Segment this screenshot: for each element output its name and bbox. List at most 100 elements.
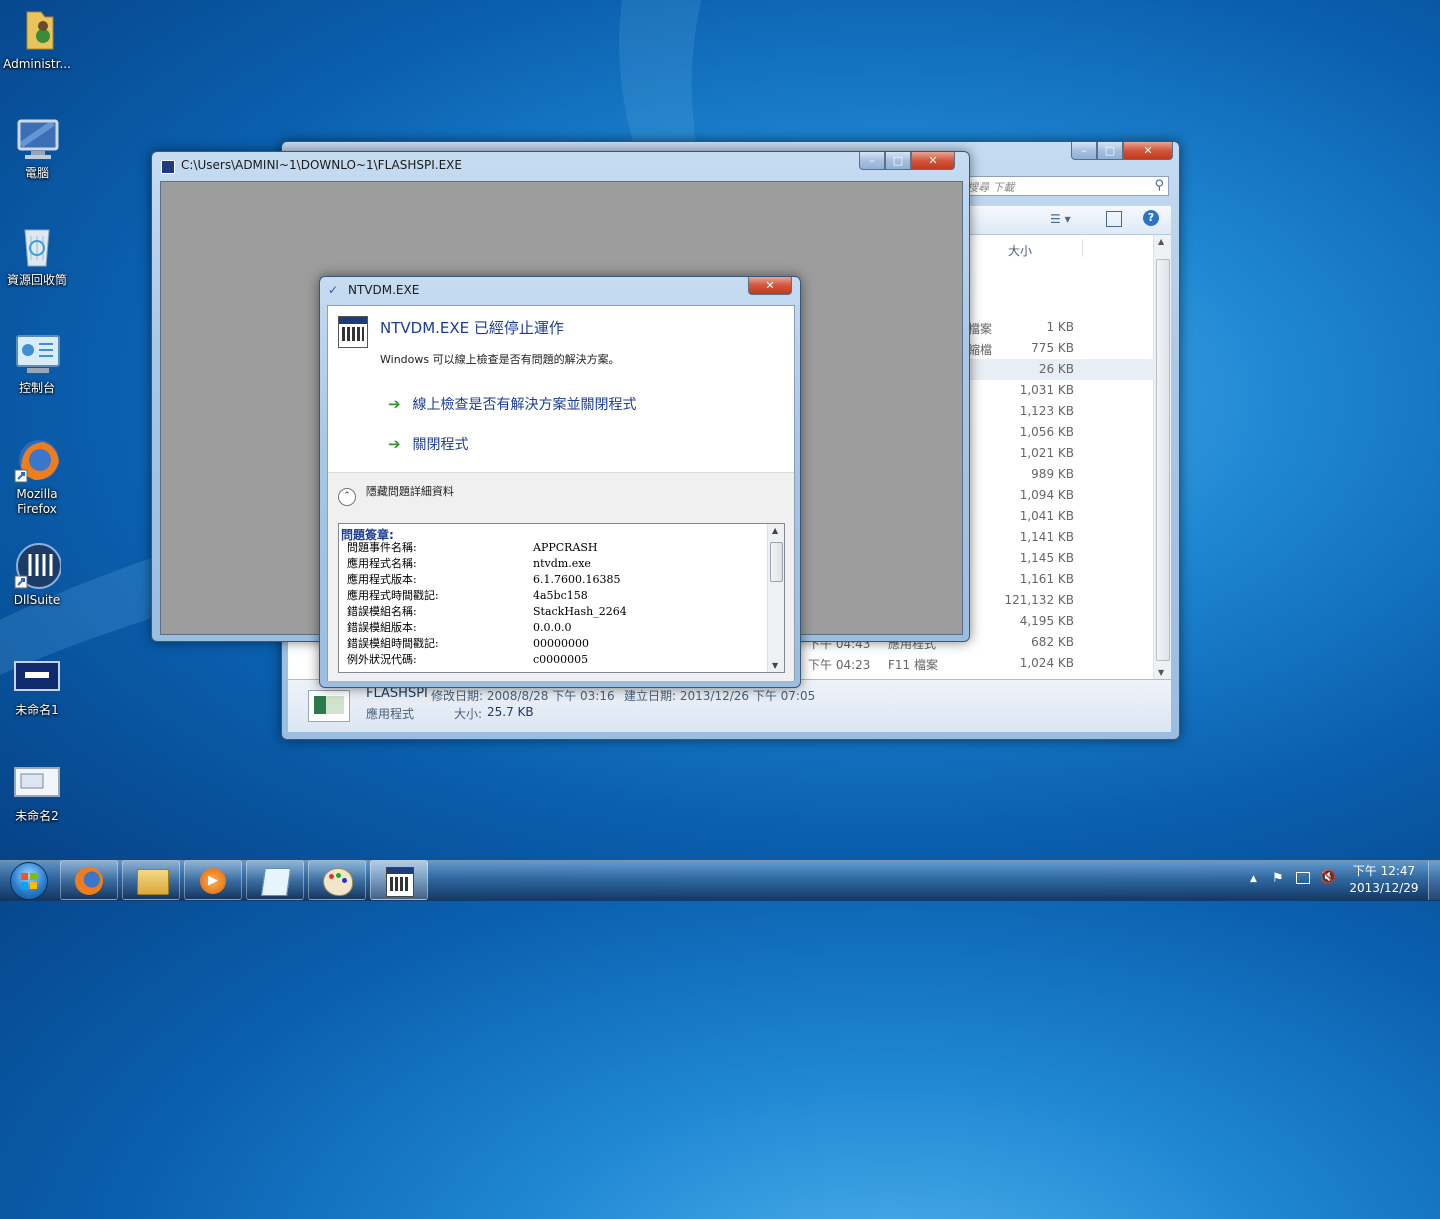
desktop-icon-untitled2[interactable]: 未命名2 — [0, 758, 74, 824]
green-arrow-icon: ➔ — [388, 435, 401, 453]
close-button[interactable]: ✕ — [1123, 142, 1173, 160]
detail-value: 00000000 — [533, 637, 589, 650]
details-scrollbar[interactable]: ▲ ▼ — [767, 524, 784, 672]
app-window-icon — [338, 316, 368, 348]
toggle-details[interactable]: ⌃ 隱藏問題詳細資料 — [338, 483, 454, 506]
dialog-subtext: Windows 可以線上檢查是否有問題的解決方案。 — [380, 353, 620, 366]
desktop-icon-label: 電腦 — [24, 166, 49, 180]
row-size: 1,041 KB — [1019, 509, 1074, 523]
details-file-name: FLASHSPI — [366, 686, 428, 701]
show-desktop-button[interactable] — [1428, 861, 1440, 900]
taskbar-paint[interactable] — [308, 860, 366, 900]
desktop-icon-label: 資源回收筒 — [6, 273, 67, 287]
taskbar-explorer[interactable] — [122, 860, 180, 900]
scrollbar[interactable]: ▲ ▼ — [1153, 235, 1171, 679]
desktop-icon-control-panel[interactable]: 控制台 — [0, 330, 74, 396]
detail-key: 例外狀況代碼: — [347, 653, 417, 666]
option-close-program[interactable]: ➔ 關閉程式 — [388, 434, 468, 454]
scrollbar-thumb[interactable] — [1156, 259, 1170, 661]
detail-value: APPCRASH — [533, 541, 598, 554]
maximize-button[interactable]: □ — [1097, 142, 1123, 160]
dialog-body: NTVDM.EXE 已經停止運作 Windows 可以線上檢查是否有問題的解決方… — [327, 305, 795, 681]
row-size: 1,123 KB — [1019, 404, 1074, 418]
desktop-icon-label: Administr... — [3, 57, 71, 71]
console-app-icon — [386, 867, 414, 897]
paint-icon — [323, 868, 353, 896]
dllsuite-icon — [13, 542, 62, 590]
crash-dialog: ✓ NTVDM.EXE ✕ NTVDM.EXE 已經停止運作 Windows 可… — [319, 276, 801, 688]
row-size: 1,056 KB — [1019, 425, 1074, 439]
scroll-down-icon[interactable]: ▼ — [1158, 668, 1164, 677]
row-date: 下午 04:23 — [808, 658, 871, 672]
scrollbar-thumb[interactable] — [770, 542, 783, 582]
desktop-icon-administrator[interactable]: Administr... — [0, 6, 74, 72]
detail-value: ntvdm.exe — [533, 557, 591, 570]
taskbar-notepad[interactable] — [246, 860, 304, 900]
dialog-title: NTVDM.EXE — [348, 283, 420, 297]
help-icon[interactable]: ? — [1143, 210, 1159, 226]
detail-key: 錯誤模組版本: — [347, 621, 417, 634]
desktop-icon-computer[interactable]: 電腦 — [0, 115, 74, 181]
option-check-online-label: 線上檢查是否有解決方案並關閉程式 — [412, 397, 637, 413]
network-icon[interactable] — [1296, 872, 1310, 884]
taskbar-media-player[interactable]: ▶ — [184, 860, 242, 900]
detail-key: 問題事件名稱: — [347, 541, 417, 554]
detail-key: 應用程式名稱: — [347, 557, 417, 570]
desktop-icon-untitled1[interactable]: 未命名1 — [0, 652, 74, 718]
search-input[interactable]: 搜尋 下載 ⚲ — [962, 176, 1169, 196]
row-size: 4,195 KB — [1019, 614, 1074, 628]
user-folder-icon — [13, 6, 61, 54]
explorer-icon — [137, 869, 169, 895]
action-center-flag-icon[interactable]: ⚑ — [1272, 871, 1284, 886]
scroll-up-icon[interactable]: ▲ — [1158, 237, 1164, 246]
desktop-icon-dllsuite[interactable]: DllSuite — [0, 542, 74, 608]
scroll-down-icon[interactable]: ▼ — [772, 661, 778, 670]
detail-value: 4a5bc158 — [533, 589, 588, 602]
desktop-icon-label: DllSuite — [13, 593, 61, 607]
desktop-icon-recycle-bin[interactable]: 資源回收筒 — [0, 222, 74, 288]
preview-pane-icon[interactable] — [1106, 211, 1122, 227]
column-divider — [1082, 239, 1083, 257]
search-icon: ⚲ — [1154, 178, 1164, 193]
row-size: 775 KB — [1031, 341, 1074, 355]
detail-key: 應用程式版本: — [347, 573, 417, 586]
desktop-icon-firefox[interactable]: Mozilla Firefox — [0, 436, 74, 517]
console-title: C:\Users\ADMINI~1\DOWNLO~1\FLASHSPI.EXE — [181, 158, 462, 172]
firefox-icon — [75, 867, 103, 895]
details-type: 應用程式 — [366, 707, 415, 721]
details-band: ⌃ 隱藏問題詳細資料 問題簽章: 問題事件名稱: APPCRASH 應用程式名稱: n… — [328, 472, 794, 681]
detail-key: 應用程式時間戳記: — [347, 589, 439, 602]
row-size: 1,145 KB — [1019, 551, 1074, 565]
column-header-size[interactable]: 大小 — [1008, 242, 1032, 259]
clock-date: 2013/12/29 — [1349, 881, 1419, 895]
search-placeholder: 搜尋 下載 — [967, 181, 1015, 194]
row-size: 1 KB — [1046, 320, 1074, 334]
media-player-icon: ▶ — [200, 868, 226, 894]
row-size: 1,161 KB — [1019, 572, 1074, 586]
close-button[interactable]: ✕ — [748, 277, 792, 295]
start-button[interactable] — [6, 861, 50, 900]
detail-key: 錯誤模組時間戳記: — [347, 637, 439, 650]
minimize-button[interactable]: – — [859, 152, 885, 170]
view-options-icon[interactable]: ☰ ▾ — [1050, 212, 1071, 226]
notepad-icon — [261, 868, 291, 896]
detail-value: c0000005 — [533, 653, 589, 666]
row-size: 1,021 KB — [1019, 446, 1074, 460]
close-button[interactable]: ✕ — [911, 152, 955, 170]
details-textbox[interactable]: 問題簽章: 問題事件名稱: APPCRASH 應用程式名稱: ntvdm.exe 應用程… — [338, 523, 785, 673]
row-size: 1,024 KB — [1019, 656, 1074, 670]
details-size-label: 大小: — [454, 707, 483, 721]
row-type: F11 檔案 — [888, 658, 938, 672]
minimize-button[interactable]: – — [1071, 142, 1097, 160]
scroll-up-icon[interactable]: ▲ — [772, 526, 778, 535]
option-check-online[interactable]: ➔ 線上檢查是否有解決方案並關閉程式 — [388, 394, 636, 414]
taskbar-firefox[interactable] — [60, 860, 118, 900]
volume-muted-icon[interactable]: 🔇 — [1320, 870, 1336, 885]
chevron-up-icon: ⌃ — [338, 488, 356, 506]
clock[interactable]: 下午 12:47 2013/12/29 — [1344, 863, 1424, 897]
taskbar-console-app[interactable] — [370, 860, 428, 900]
green-arrow-icon: ➔ — [388, 395, 401, 413]
show-hidden-icons-icon[interactable]: ▲ — [1250, 874, 1257, 884]
detail-value: 0.0.0.0 — [533, 621, 572, 634]
maximize-button[interactable]: □ — [885, 152, 911, 170]
